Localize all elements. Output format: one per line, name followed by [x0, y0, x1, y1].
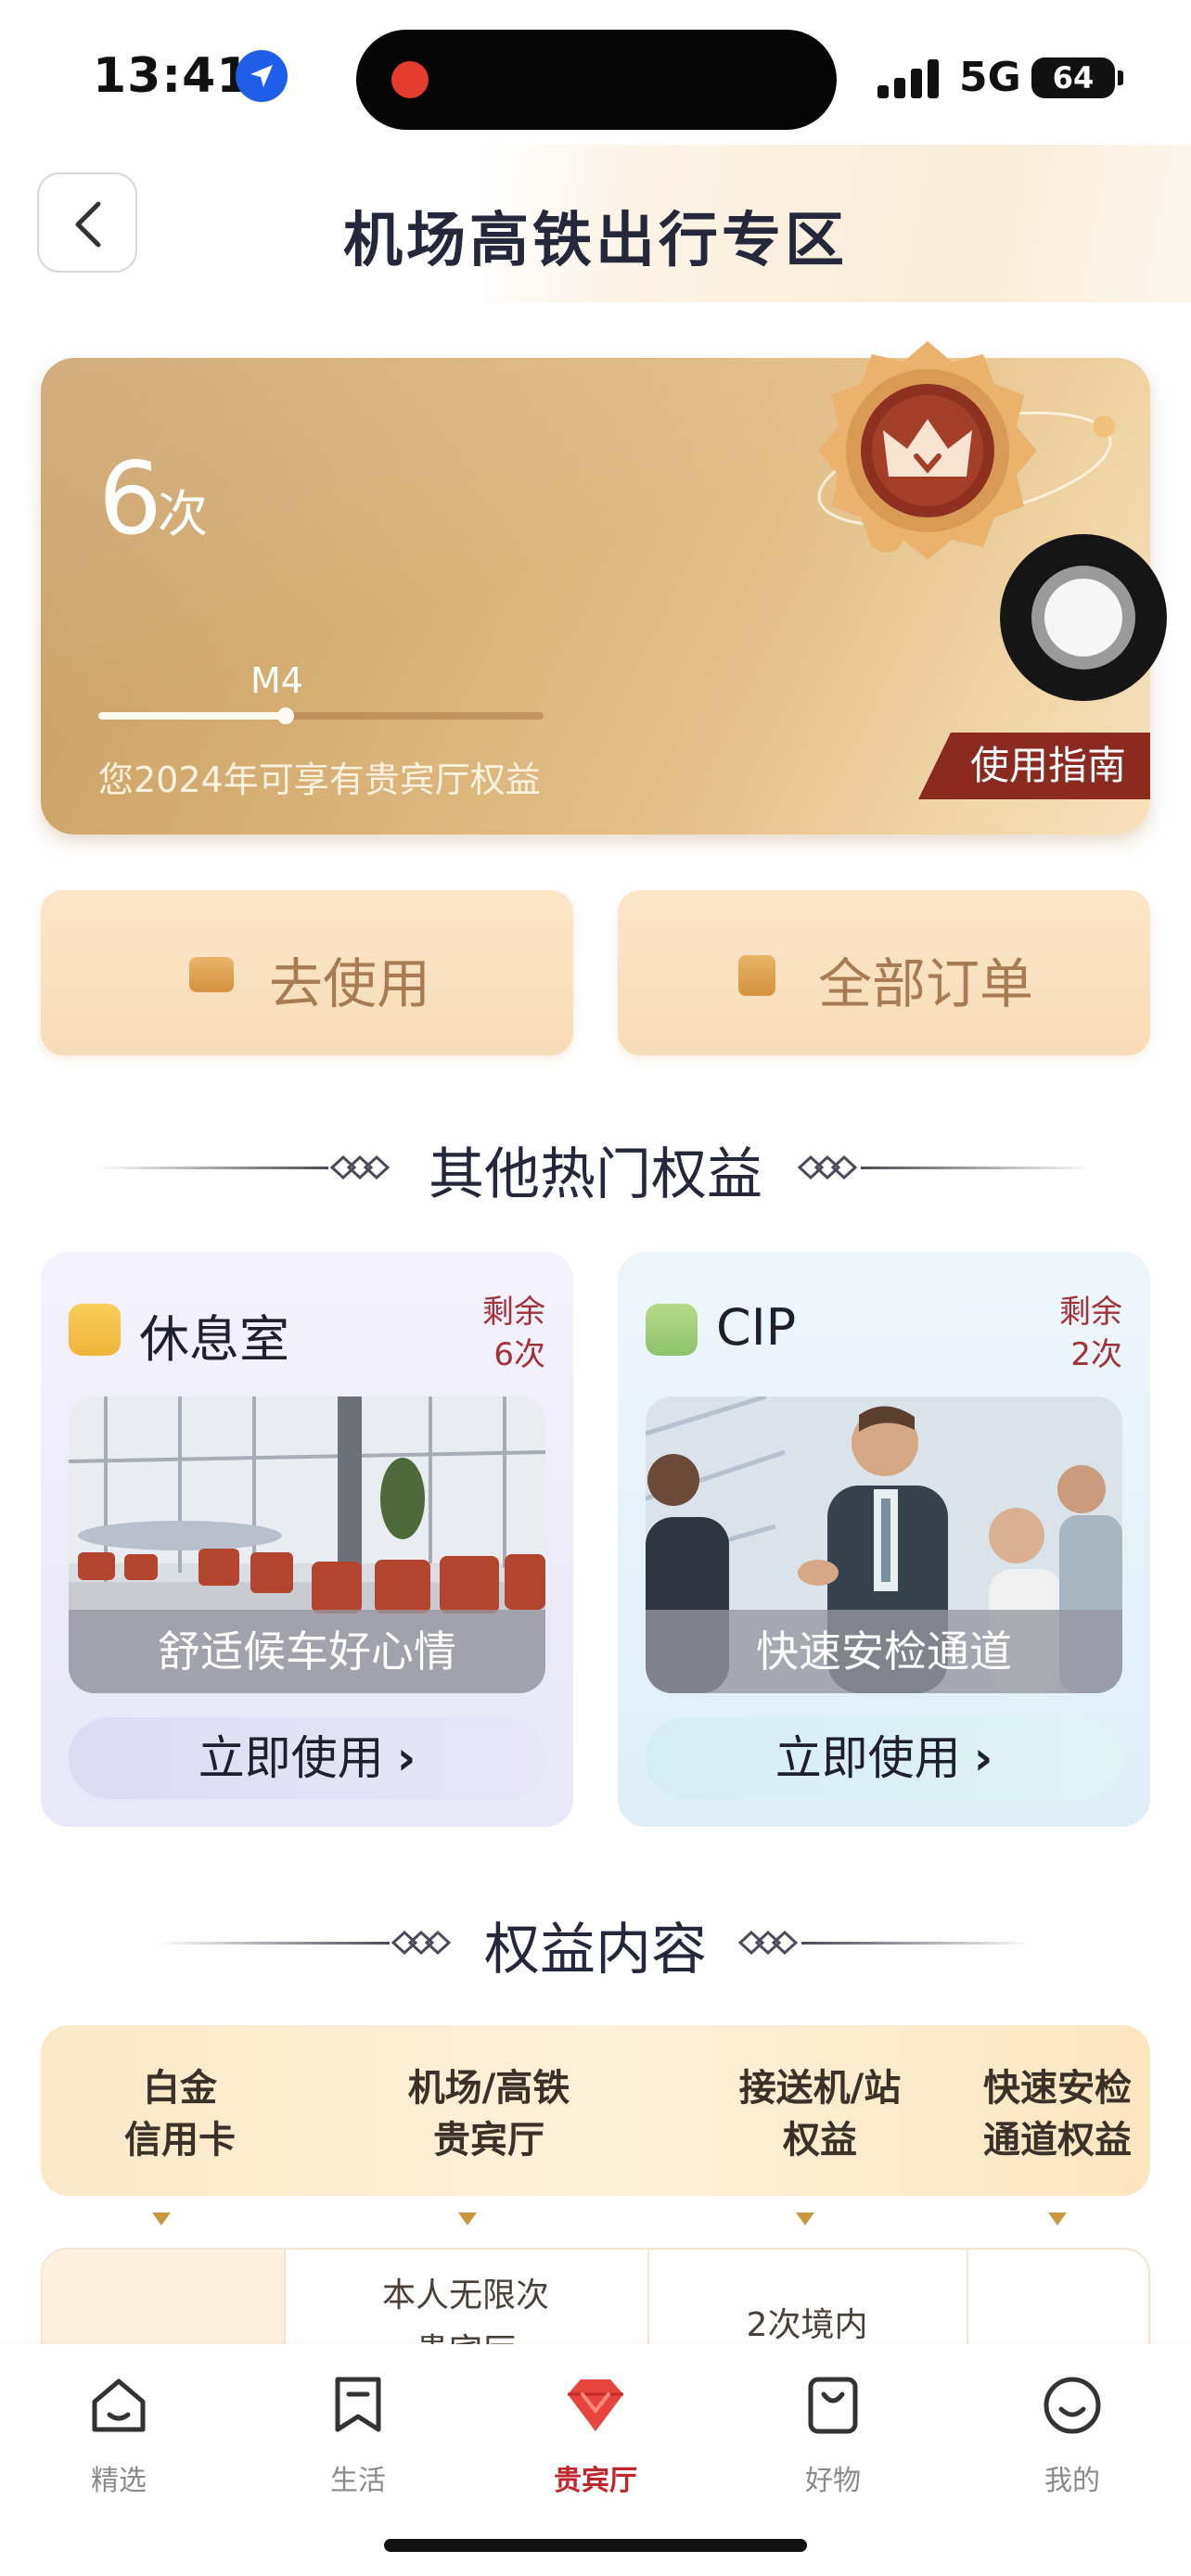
status-bar: 13:41 5G 64: [0, 0, 1191, 139]
order-list-icon: [738, 955, 775, 996]
go-use-label: 去使用: [269, 952, 431, 1015]
battery-nub: [1118, 70, 1123, 85]
level-progress-bar: [98, 708, 544, 724]
use-now-button[interactable]: 立即使用 ›: [69, 1717, 545, 1799]
all-orders-button[interactable]: 全部订单: [618, 890, 1150, 1055]
caret-down-icon: [796, 2213, 814, 2225]
section-title-content: 权益内容: [484, 1918, 707, 1983]
remaining-count-value: 6次: [493, 1336, 545, 1373]
shopping-bag-icon: [808, 2377, 858, 2434]
caret-down-icon: [458, 2213, 477, 2225]
use-now-label: 立即使用: [775, 1731, 961, 1785]
benefit-table-header: 白金 信用卡 机场/高铁 贵宾厅 接送机/站 权益 快速安检 通道权益: [41, 2025, 1150, 2196]
all-orders-label: 全部订单: [818, 952, 1034, 1015]
page-title: 机场高铁出行专区: [343, 207, 848, 275]
cip-icon: [646, 1304, 698, 1356]
member-level: M4: [250, 660, 303, 701]
smiley-icon: [1044, 2377, 1101, 2434]
level-progress-knob: [276, 708, 294, 724]
cell-line: 本人无限次: [381, 2276, 549, 2315]
remaining-count-value: 2次: [1070, 1336, 1122, 1373]
tab-vip-lounge[interactable]: 贵宾厅: [531, 2363, 660, 2502]
location-arrow-icon: [236, 50, 288, 102]
battery-icon: 64: [1031, 57, 1115, 98]
remaining-badge: 剩余 6次: [482, 1291, 545, 1376]
level-progress-fill: [98, 712, 286, 720]
caret-down-icon: [152, 2213, 171, 2225]
benefit-name: CIP: [716, 1298, 797, 1357]
home-indicator: [384, 2539, 807, 2552]
table-cell-transfer: 2次境内: [746, 2306, 868, 2344]
dynamic-island: [356, 30, 837, 130]
use-now-label: 立即使用: [198, 1731, 384, 1785]
airport-lounge-photo: 舒适候车好心情: [69, 1396, 545, 1693]
benefit-card-lounge: 休息室 剩余 6次 舒适候车好心情 立即使用 ›: [41, 1252, 573, 1827]
tab-label: 好物: [805, 2465, 861, 2497]
remaining-count: 6: [98, 441, 162, 557]
photo-caption: 快速安检通道: [646, 1610, 1122, 1693]
network-type: 5G: [959, 54, 1021, 101]
floating-assistive-button[interactable]: [1000, 534, 1167, 701]
status-time: 13:41: [93, 48, 251, 104]
tab-mine[interactable]: 我的: [1007, 2363, 1137, 2502]
usage-guide-button[interactable]: 使用指南: [918, 733, 1150, 799]
section-title-other: 其他热门权益: [429, 1142, 762, 1207]
tab-life[interactable]: 生活: [293, 2363, 423, 2502]
recording-dot-icon: [391, 61, 429, 98]
diamond-icon: [568, 2379, 623, 2431]
tab-featured[interactable]: 精选: [54, 2363, 184, 2502]
caret-down-icon: [1048, 2213, 1067, 2225]
chevron-right-icon: ›: [396, 1731, 416, 1785]
ticket-icon: [189, 957, 234, 992]
tab-label: 贵宾厅: [554, 2465, 637, 2497]
benefit-card-cip: CIP 剩余 2次 快速安检通道 立即使用 ›: [618, 1252, 1150, 1827]
tab-label: 生活: [330, 2465, 386, 2497]
tab-goods[interactable]: 好物: [768, 2363, 898, 2502]
column-header-card: 白金 信用卡: [124, 2067, 236, 2162]
signal-bars-icon: [877, 57, 942, 98]
lounge-icon: [69, 1304, 121, 1356]
benefit-name: 休息室: [139, 1310, 289, 1369]
column-header-lounge: 机场/高铁 贵宾厅: [407, 2067, 570, 2162]
photo-caption: 舒适候车好心情: [69, 1610, 545, 1693]
remaining-label: 剩余: [482, 1294, 545, 1331]
business-handshake-photo: 快速安检通道: [646, 1396, 1122, 1693]
remaining-count-unit: 次: [158, 485, 208, 543]
bookmark-icon: [335, 2377, 381, 2432]
home-icon: [92, 2378, 146, 2432]
remaining-label: 剩余: [1059, 1294, 1122, 1331]
column-header-transfer: 接送机/站 权益: [738, 2067, 902, 2162]
tab-label: 我的: [1044, 2465, 1100, 2497]
chevron-right-icon: ›: [973, 1731, 993, 1785]
card-subtitle: 您2024年可享有贵宾厅权益: [98, 759, 541, 800]
remaining-badge: 剩余 2次: [1059, 1291, 1122, 1376]
go-use-button[interactable]: 去使用: [41, 890, 573, 1055]
use-now-button[interactable]: 立即使用 ›: [646, 1717, 1122, 1799]
column-header-fast-track: 快速安检 通道权益: [983, 2067, 1132, 2162]
tab-label: 精选: [91, 2465, 147, 2497]
